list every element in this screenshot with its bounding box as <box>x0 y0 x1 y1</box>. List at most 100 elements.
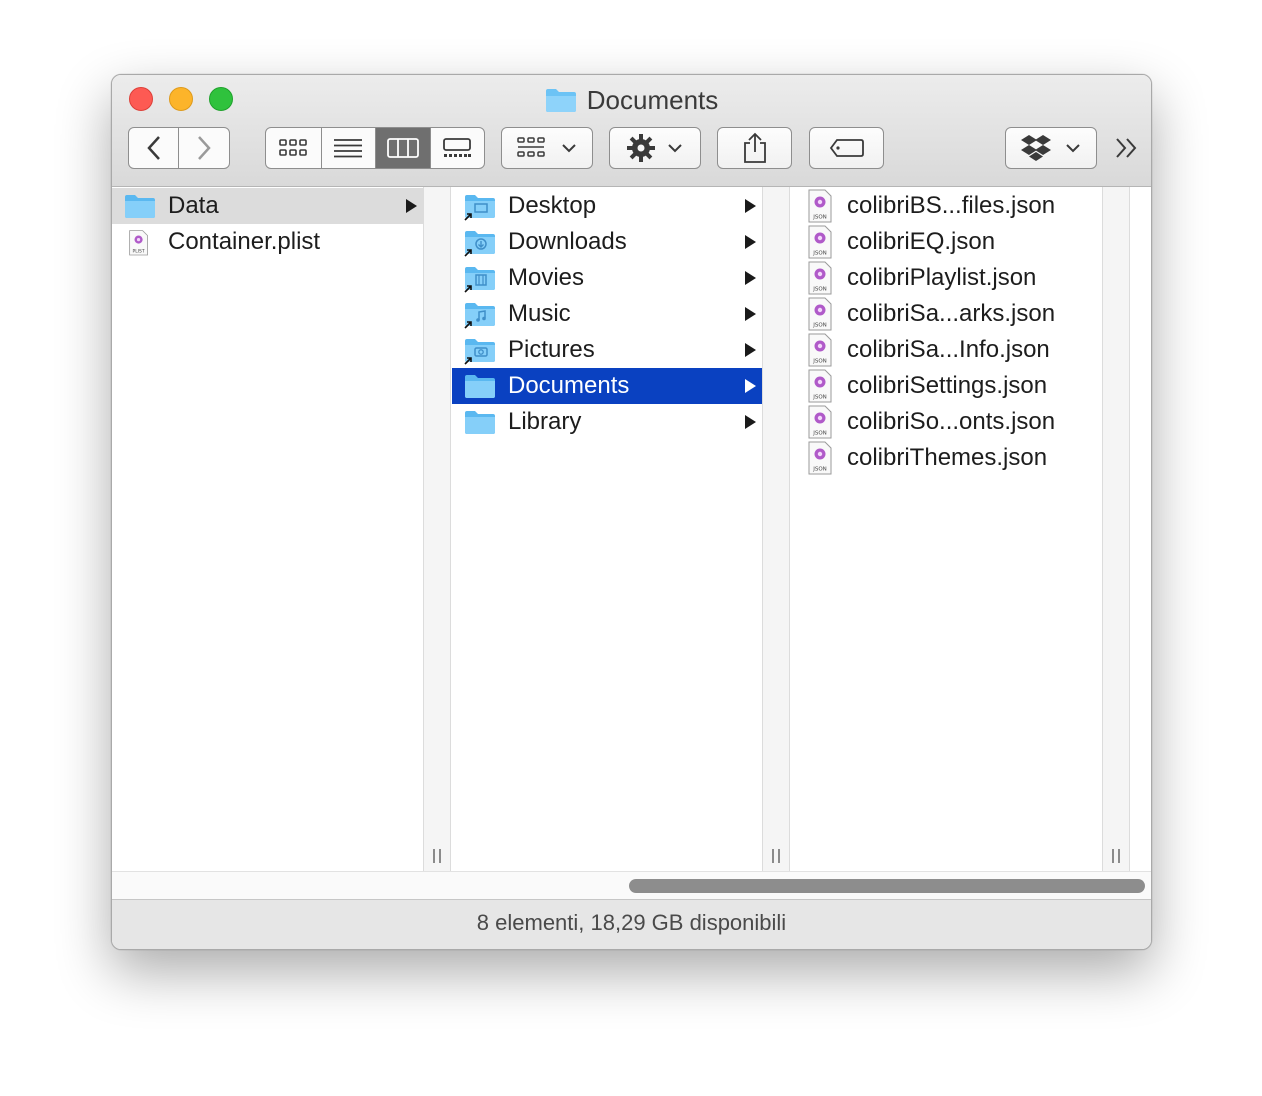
json-file-icon: JSON <box>808 333 832 367</box>
json-file-icon: JSON <box>808 225 832 259</box>
list-item[interactable]: JSON colibriPlaylist.json <box>791 260 1102 296</box>
folder-icon <box>125 195 155 218</box>
svg-text:JSON: JSON <box>812 359 827 365</box>
json-file-icon: JSON <box>808 189 832 223</box>
list-item-data[interactable]: Data <box>112 188 423 224</box>
folder-alias-icon <box>464 303 495 329</box>
disclosure-arrow-icon <box>745 379 756 393</box>
grip-icon <box>1110 849 1122 863</box>
chevron-right-icon <box>198 136 211 160</box>
folder-alias-icon <box>464 231 495 257</box>
list-item-label: Movies <box>508 264 585 291</box>
share-button[interactable] <box>717 127 792 169</box>
group-icon <box>517 137 545 157</box>
list-item-movies[interactable]: Movies <box>452 260 762 296</box>
svg-text:JSON: JSON <box>812 215 827 221</box>
gear-icon <box>627 134 655 162</box>
column-resize-handle[interactable] <box>762 187 790 871</box>
list-item-label: colibriSettings.json <box>847 372 1048 399</box>
grip-icon <box>431 849 443 863</box>
chevron-down-icon <box>668 144 682 153</box>
list-item-label: Pictures <box>508 336 595 363</box>
list-item-label: colibriBS...files.json <box>847 192 1056 219</box>
folder-alias-icon <box>464 339 495 365</box>
icon-view-button[interactable] <box>266 128 321 168</box>
double-chevron-right-icon[interactable] <box>1114 135 1140 161</box>
folder-alias-icon <box>464 195 495 221</box>
svg-text:PLIST: PLIST <box>133 249 145 255</box>
json-file-icon: JSON <box>808 297 832 331</box>
finder-window: Documents Data PLIST Container.plist Des… <box>111 74 1152 950</box>
list-item[interactable]: JSON colibriSo...onts.json <box>791 404 1102 440</box>
column-view-button[interactable] <box>375 128 430 168</box>
dropbox-icon <box>1021 135 1051 161</box>
chevron-down-icon <box>562 144 576 153</box>
svg-text:JSON: JSON <box>812 323 827 329</box>
list-item[interactable]: JSON colibriThemes.json <box>791 440 1102 476</box>
folder-icon <box>545 89 576 112</box>
column-resize-handle[interactable] <box>423 187 451 871</box>
list-item-label: Downloads <box>508 228 627 255</box>
columns-icon <box>386 138 419 158</box>
plist-file-icon: PLIST <box>129 230 148 256</box>
disclosure-arrow-icon <box>745 235 756 249</box>
list-view-button[interactable] <box>320 128 376 168</box>
share-icon <box>743 132 766 163</box>
list-item-label: colibriSa...Info.json <box>847 336 1050 363</box>
svg-text:JSON: JSON <box>812 431 827 437</box>
svg-text:JSON: JSON <box>812 467 827 473</box>
list-item-downloads[interactable]: Downloads <box>452 224 762 260</box>
list-item-label: colibriThemes.json <box>847 444 1048 471</box>
back-button[interactable] <box>129 128 178 168</box>
list-item-desktop[interactable]: Desktop <box>452 188 762 224</box>
list-item-container-plist[interactable]: PLIST Container.plist <box>112 224 423 260</box>
tags-button[interactable] <box>809 127 884 169</box>
list-item[interactable]: JSON colibriEQ.json <box>791 224 1102 260</box>
status-bar: 8 elementi, 18,29 GB disponibili <box>112 899 1151 949</box>
list-item[interactable]: JSON colibriSa...arks.json <box>791 296 1102 332</box>
folder-icon <box>465 375 495 398</box>
list-icon <box>334 139 363 158</box>
folder-icon <box>465 411 495 434</box>
disclosure-arrow-icon <box>745 307 756 321</box>
column-browser: Data PLIST Container.plist Desktop Downl… <box>112 187 1151 871</box>
list-item-label: Library <box>508 408 582 435</box>
column-1: Data PLIST Container.plist <box>112 187 423 871</box>
disclosure-arrow-icon <box>745 415 756 429</box>
column-resize-handle[interactable] <box>1102 187 1130 871</box>
folder-alias-icon <box>464 267 495 293</box>
navigation-segment <box>128 127 230 169</box>
list-item[interactable]: JSON colibriBS...files.json <box>791 188 1102 224</box>
json-file-icon: JSON <box>808 369 832 403</box>
list-item-documents[interactable]: Documents <box>452 368 762 404</box>
json-file-icon: JSON <box>808 441 832 475</box>
scrollbar-thumb[interactable] <box>629 879 1145 893</box>
list-item-library[interactable]: Library <box>452 404 762 440</box>
list-item-music[interactable]: Music <box>452 296 762 332</box>
dropbox-button[interactable] <box>1005 127 1097 169</box>
list-item-label: Desktop <box>508 192 597 219</box>
disclosure-arrow-icon <box>745 343 756 357</box>
view-mode-segment <box>265 127 485 169</box>
list-item-pictures[interactable]: Pictures <box>452 332 762 368</box>
list-item-label: Data <box>168 192 219 219</box>
list-item-label: colibriPlaylist.json <box>847 264 1037 291</box>
list-item-label: Music <box>508 300 571 327</box>
title-bar: Documents <box>112 75 1151 187</box>
svg-text:JSON: JSON <box>812 251 827 257</box>
list-item[interactable]: JSON colibriSa...Info.json <box>791 332 1102 368</box>
group-by-button[interactable] <box>501 127 593 169</box>
chevron-left-icon <box>146 136 160 160</box>
horizontal-scrollbar[interactable] <box>112 871 1151 900</box>
column-2: Desktop Downloads Movies Music Pictures … <box>452 187 762 871</box>
chevron-down-icon <box>1066 144 1080 153</box>
tag-icon <box>829 139 864 157</box>
forward-button[interactable] <box>178 128 229 168</box>
gallery-view-button[interactable] <box>429 128 485 168</box>
column-3: JSON colibriBS...files.json JSON colibri… <box>791 187 1102 871</box>
list-item[interactable]: JSON colibriSettings.json <box>791 368 1102 404</box>
json-file-icon: JSON <box>808 261 832 295</box>
gallery-icon <box>443 138 472 157</box>
action-menu-button[interactable] <box>609 127 701 169</box>
grid-icon <box>279 139 308 156</box>
